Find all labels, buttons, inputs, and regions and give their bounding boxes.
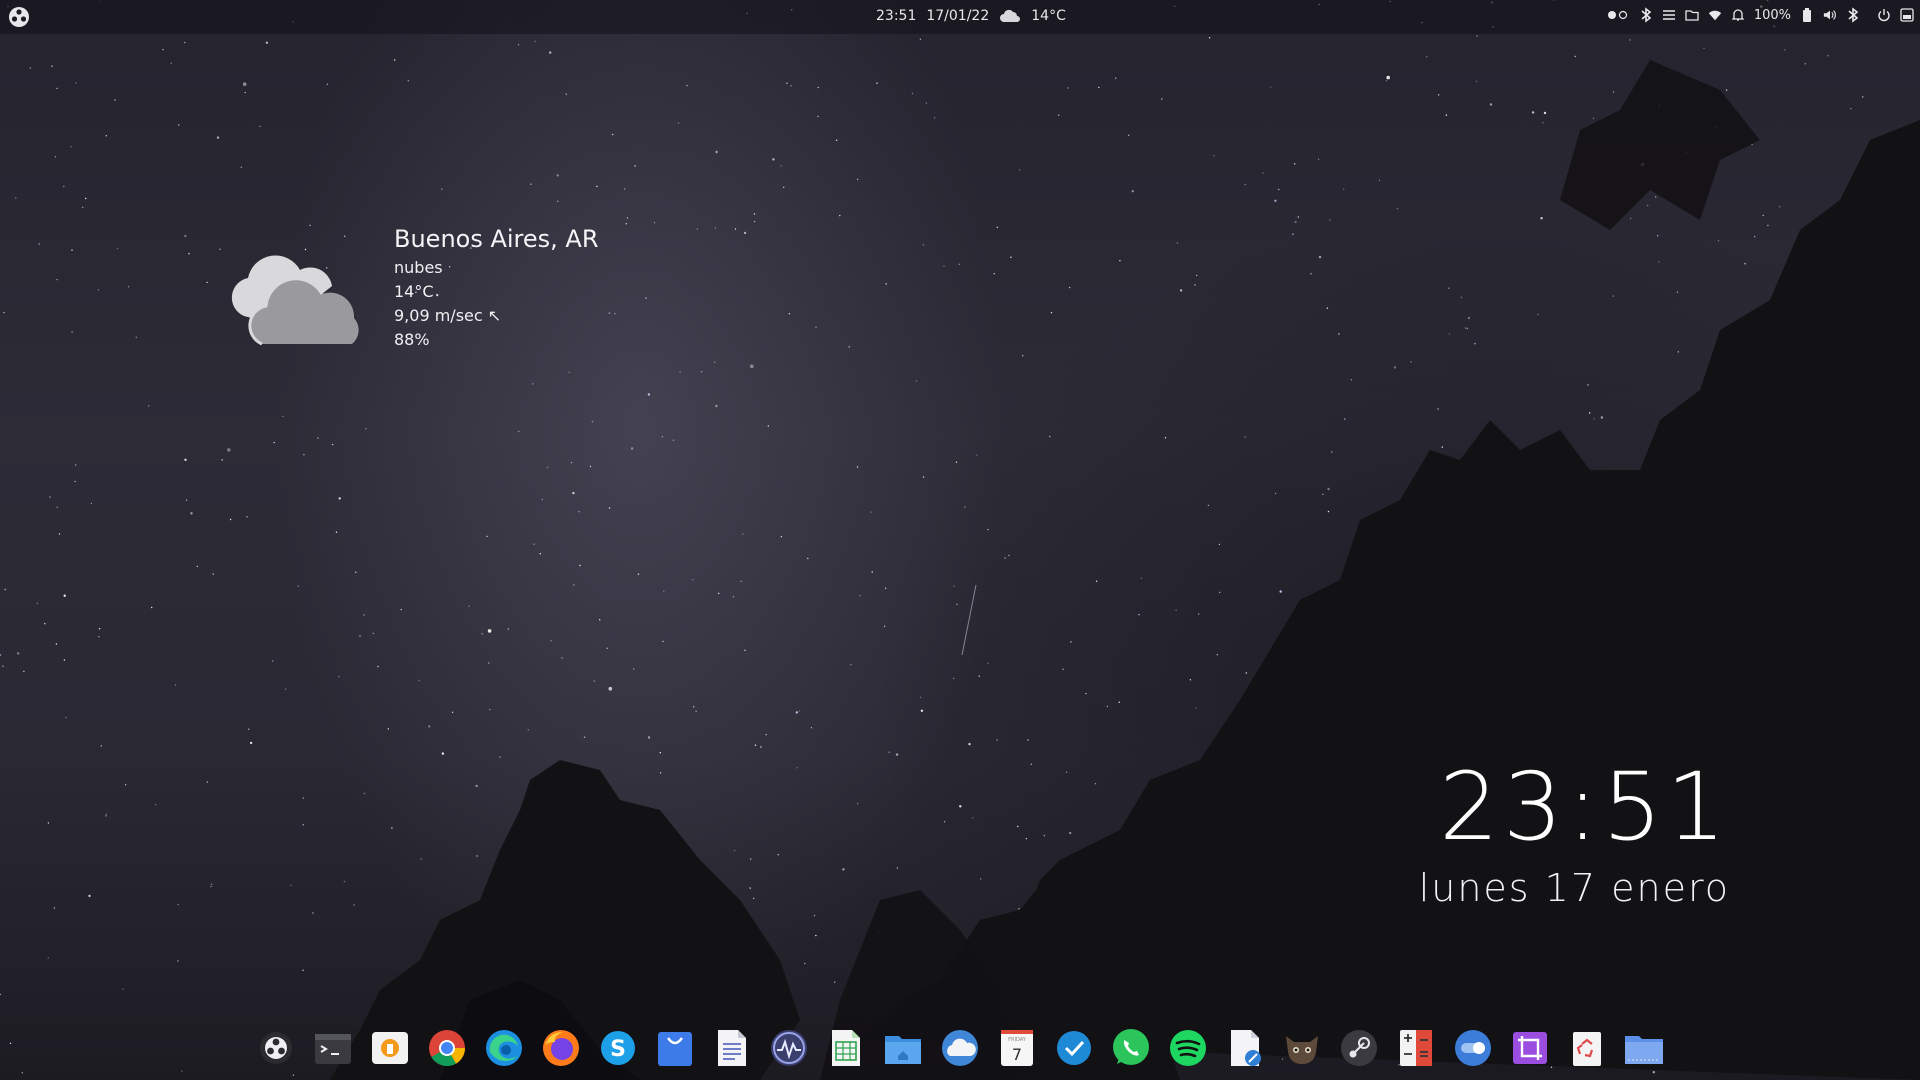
- weather-city: Buenos Aires, AR: [394, 225, 599, 253]
- clock-weather-indicator[interactable]: 23:51 17/01/22 14°C: [876, 8, 1066, 24]
- panel-icon[interactable]: [1900, 7, 1914, 23]
- system-tray: 100%: [1606, 7, 1914, 23]
- svg-text:FRIDAY: FRIDAY: [1008, 1037, 1027, 1043]
- menu-icon[interactable]: [1662, 7, 1676, 23]
- dock-folder[interactable]: [1620, 1024, 1668, 1072]
- folder-icon: [1625, 1036, 1663, 1064]
- weather-wind: 9,09 m/sec ↖: [394, 306, 502, 325]
- clock-time: 23:51: [1439, 753, 1730, 862]
- dock-activities[interactable]: [252, 1024, 300, 1072]
- chrome-icon: [429, 1030, 465, 1067]
- calculator-icon: [1400, 1030, 1432, 1066]
- calendar-icon: FRIDAY 7: [1001, 1030, 1033, 1066]
- dock-text-editor[interactable]: [708, 1024, 756, 1072]
- dock-document-editor[interactable]: [1221, 1024, 1269, 1072]
- dock-toggle[interactable]: [1449, 1024, 1497, 1072]
- dock-skype[interactable]: S: [594, 1024, 642, 1072]
- dock-terminal[interactable]: [309, 1024, 357, 1072]
- dock-screenshot[interactable]: [1506, 1024, 1554, 1072]
- weather-temperature: 14°C: [394, 282, 434, 301]
- workspace-dots-icon[interactable]: [1606, 7, 1630, 23]
- weather-details: Buenos Aires, AR nubes 14°C 9,09 m/sec ↖…: [394, 222, 599, 352]
- clock-date: lunes 17 enero: [1418, 866, 1730, 910]
- dock: S FRIDAY 7: [252, 1022, 1668, 1074]
- dock-gimp[interactable]: [1278, 1024, 1326, 1072]
- dock-installer[interactable]: [366, 1024, 414, 1072]
- power-icon[interactable]: [1877, 7, 1891, 23]
- dock-firefox[interactable]: [537, 1024, 585, 1072]
- desktop-clock: 23:51 lunes 17 enero: [1419, 758, 1730, 912]
- dock-system-monitor[interactable]: [765, 1024, 813, 1072]
- activities-icon: [260, 1032, 292, 1064]
- tree-silhouettes: [330, 60, 1920, 1080]
- screenshot-icon: [1513, 1032, 1547, 1064]
- toggle-icon: [1455, 1030, 1491, 1066]
- topbar-temperature: 14°C: [1031, 8, 1066, 24]
- dock-spotify[interactable]: [1164, 1024, 1212, 1072]
- dock-edge[interactable]: [480, 1024, 528, 1072]
- bluetooth-icon[interactable]: [1846, 7, 1860, 23]
- tasks-icon: [1057, 1031, 1091, 1065]
- text-editor-icon: [718, 1030, 746, 1066]
- gimp-icon: [1286, 1036, 1318, 1064]
- dock-spreadsheet[interactable]: [822, 1024, 870, 1072]
- installer-icon: [372, 1032, 408, 1064]
- weather-condition: nubes: [394, 258, 443, 277]
- folder-icon[interactable]: [1685, 7, 1699, 23]
- document-editor-icon: [1231, 1030, 1261, 1066]
- bell-icon[interactable]: [1731, 7, 1745, 23]
- system-monitor-icon: [771, 1030, 807, 1066]
- battery-icon[interactable]: [1800, 7, 1814, 23]
- weather-humidity: 88%: [394, 330, 430, 349]
- dock-tasks[interactable]: [1050, 1024, 1098, 1072]
- files-icon: [885, 1036, 921, 1064]
- cloud-icon: [1000, 9, 1021, 22]
- topbar-date: 17/01/22: [926, 8, 990, 24]
- firefox-icon: [543, 1030, 579, 1066]
- trash-icon: [1573, 1032, 1601, 1066]
- wifi-icon[interactable]: [1708, 7, 1722, 23]
- weather-app-icon: [942, 1030, 978, 1066]
- skype-icon: S: [601, 1031, 635, 1065]
- terminal-icon: [315, 1034, 351, 1064]
- spotify-icon: [1170, 1030, 1206, 1066]
- dock-store[interactable]: [651, 1024, 699, 1072]
- spreadsheet-icon: [832, 1030, 860, 1066]
- activities-icon[interactable]: [8, 6, 30, 28]
- topbar-time: 23:51: [876, 8, 917, 24]
- store-icon: [658, 1032, 692, 1066]
- dock-files[interactable]: [879, 1024, 927, 1072]
- cloud-icon: [231, 255, 359, 346]
- dock-chrome[interactable]: [423, 1024, 471, 1072]
- whatsapp-icon: [1113, 1029, 1149, 1065]
- dock-calendar[interactable]: FRIDAY 7: [993, 1024, 1041, 1072]
- edge-icon: [486, 1030, 522, 1066]
- dock-trash[interactable]: [1563, 1024, 1611, 1072]
- top-panel: 23:51 17/01/22 14°C 100%: [0, 0, 1920, 34]
- steam-icon: [1341, 1030, 1377, 1066]
- dock-weather[interactable]: [936, 1024, 984, 1072]
- dock-calculator[interactable]: [1392, 1024, 1440, 1072]
- battery-percentage: 100%: [1753, 7, 1791, 23]
- volume-icon[interactable]: [1823, 7, 1837, 23]
- dock-steam[interactable]: [1335, 1024, 1383, 1072]
- svg-text:7: 7: [1012, 1045, 1022, 1064]
- svg-text:S: S: [610, 1037, 626, 1062]
- bluetooth-icon[interactable]: [1639, 7, 1653, 23]
- dock-whatsapp[interactable]: [1107, 1024, 1155, 1072]
